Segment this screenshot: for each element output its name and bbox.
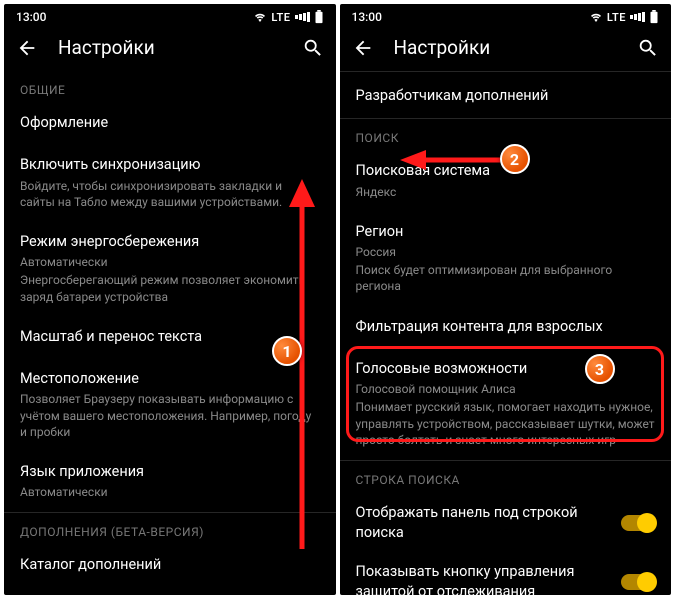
item-language[interactable]: Язык приложения Автоматически xyxy=(4,452,336,512)
item-label: Оформление xyxy=(20,113,320,133)
wifi-icon xyxy=(253,12,267,22)
item-label: Фильтрация контента для взрослых xyxy=(356,317,656,337)
app-header: Настройки xyxy=(340,26,672,71)
item-location[interactable]: Местоположение Позволяет Браузеру показы… xyxy=(4,359,336,452)
search-icon[interactable] xyxy=(302,37,324,59)
item-subtext: Энергосберегающий режим позволяет эконом… xyxy=(20,272,320,304)
item-label: Режим энергосбережения xyxy=(20,232,320,252)
arrow-left-icon xyxy=(400,148,500,172)
item-appearance[interactable]: Оформление xyxy=(4,103,336,145)
phone-left: 13:00 LTE Настройки ОБЩИЕ О xyxy=(4,4,336,595)
item-label: Язык приложения xyxy=(20,462,320,482)
toggle-switch-on[interactable] xyxy=(621,515,655,531)
item-label: Включить синхронизацию xyxy=(20,155,320,175)
item-region[interactable]: Регион Россия Поиск будет оптимизирован … xyxy=(340,212,672,307)
step-badge-2: 2 xyxy=(500,144,530,174)
section-general: ОБЩИЕ xyxy=(4,71,336,103)
lte-label: LTE xyxy=(271,11,290,24)
item-value: Автоматически xyxy=(20,254,320,270)
status-icons: LTE xyxy=(253,10,323,24)
wifi-icon xyxy=(589,12,603,22)
status-bar: 13:00 LTE xyxy=(4,4,336,26)
item-label: Местоположение xyxy=(20,369,320,389)
status-time: 13:00 xyxy=(16,10,46,24)
item-subtext: Войдите, чтобы синхронизировать закладки… xyxy=(20,178,320,210)
step-badge-1: 1 xyxy=(272,336,302,366)
back-icon[interactable] xyxy=(352,37,374,59)
item-label: Регион xyxy=(356,222,656,242)
toggle-label: Показывать кнопку управления защитой от … xyxy=(356,562,610,595)
toggle-switch-on[interactable] xyxy=(621,574,655,590)
page-title: Настройки xyxy=(394,36,618,59)
section-addons: ДОПОЛНЕНИЯ (БЕТА-ВЕРСИЯ) xyxy=(4,512,336,545)
item-label: Каталог дополнений xyxy=(20,555,320,575)
item-subtext: Позволяет Браузеру показывать информацию… xyxy=(20,391,320,440)
page-title: Настройки xyxy=(58,36,282,59)
search-icon[interactable] xyxy=(637,37,659,59)
app-header: Настройки xyxy=(4,26,336,71)
step-badge-3: 3 xyxy=(585,354,615,384)
item-catalog[interactable]: Каталог дополнений xyxy=(4,545,336,587)
item-sync[interactable]: Включить синхронизацию Войдите, чтобы си… xyxy=(4,145,336,222)
status-time: 13:00 xyxy=(352,10,382,24)
battery-icon xyxy=(314,10,324,24)
phone-right: 13:00 LTE Настройки Разработчика xyxy=(340,4,672,595)
lte-label: LTE xyxy=(607,11,626,24)
back-icon[interactable] xyxy=(16,37,38,59)
item-value: Яндекс xyxy=(356,184,656,200)
toggle-tracking[interactable]: Показывать кнопку управления защитой от … xyxy=(340,552,672,595)
toggle-panel[interactable]: Отображать панель под строкой поиска xyxy=(340,493,672,552)
section-searchbar: СТРОКА ПОИСКА xyxy=(340,460,672,493)
item-label: Разработчикам дополнений xyxy=(356,86,656,106)
signal-icon xyxy=(630,12,645,22)
item-devs[interactable]: Разработчикам дополнений xyxy=(4,588,336,595)
dual-screenshot: 13:00 LTE Настройки ОБЩИЕ О xyxy=(0,0,675,599)
toggle-label: Отображать панель под строкой поиска xyxy=(356,503,610,542)
signal-icon xyxy=(295,12,310,22)
highlight-box xyxy=(346,346,664,442)
battery-icon xyxy=(649,10,659,24)
item-subtext: Поиск будет оптимизирован для выбранного… xyxy=(356,262,656,294)
item-value: Россия xyxy=(356,244,656,260)
item-filter[interactable]: Фильтрация контента для взрослых xyxy=(340,307,672,349)
status-bar: 13:00 LTE xyxy=(340,4,672,26)
status-icons: LTE xyxy=(589,10,659,24)
item-value: Автоматически xyxy=(20,484,320,500)
item-devs[interactable]: Разработчикам дополнений xyxy=(340,71,672,118)
item-power[interactable]: Режим энергосбережения Автоматически Эне… xyxy=(4,222,336,317)
